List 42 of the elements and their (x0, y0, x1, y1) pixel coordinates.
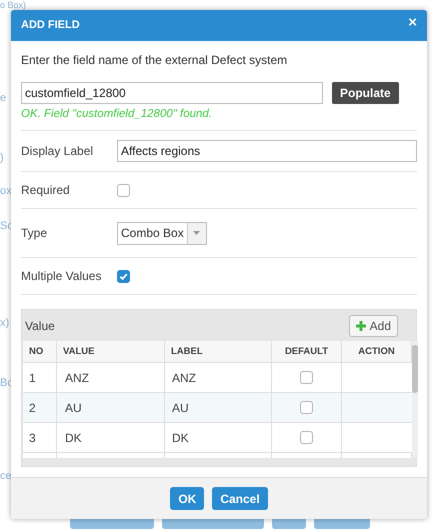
status-message: OK. Field "customfield_12800" found. (21, 107, 213, 122)
plus-icon (356, 320, 366, 331)
column-header: DEFAULT (272, 341, 342, 362)
close-button[interactable]: × (408, 15, 417, 30)
table-cell: ANZ (165, 363, 272, 392)
caret-icon (193, 231, 200, 236)
default-checkbox[interactable] (300, 371, 313, 384)
table-cell: ANZ (57, 363, 165, 392)
background-text: x) (0, 316, 10, 331)
type-select[interactable]: Combo Box (117, 222, 207, 245)
background-text: ce (0, 469, 12, 484)
checkbox[interactable] (117, 184, 130, 197)
form-label: Type (21, 225, 48, 242)
checkbox[interactable] (117, 270, 130, 283)
form-label: Display Label (21, 143, 94, 160)
background-text: e (0, 91, 6, 106)
column-header: VALUE (57, 341, 165, 362)
table-cell: 1 (23, 363, 57, 392)
cancel-button[interactable]: Cancel (212, 487, 268, 510)
panel-title: Value (25, 318, 55, 335)
table-cell: 2 (23, 393, 57, 422)
field-name-input[interactable]: customfield_12800 (21, 82, 323, 104)
background-text: o Box) (0, 0, 26, 10)
form-label: Multiple Values (21, 268, 102, 286)
default-checkbox[interactable] (300, 401, 313, 414)
column-header: NO (23, 341, 57, 362)
form-label: Required (21, 182, 71, 200)
populate-button[interactable]: Populate (332, 82, 399, 104)
ok-button[interactable]: OK (170, 487, 204, 510)
table-cell: DK (165, 423, 272, 452)
add-button[interactable]: Add (348, 314, 398, 337)
background-text: ) (0, 151, 4, 166)
column-header: LABEL (165, 341, 272, 362)
display-label-input[interactable]: Affects regions (117, 140, 417, 162)
intro-text: Enter the field name of the external Defect system (21, 52, 288, 69)
table-cell: 3 (23, 423, 57, 452)
table-cell: DK (57, 423, 165, 452)
table-cell: AU (165, 393, 272, 422)
table-cell: AU (57, 393, 165, 422)
default-checkbox[interactable] (300, 431, 313, 444)
dialog-title: ADD FIELD (21, 18, 80, 34)
background-text: ox (0, 184, 12, 199)
